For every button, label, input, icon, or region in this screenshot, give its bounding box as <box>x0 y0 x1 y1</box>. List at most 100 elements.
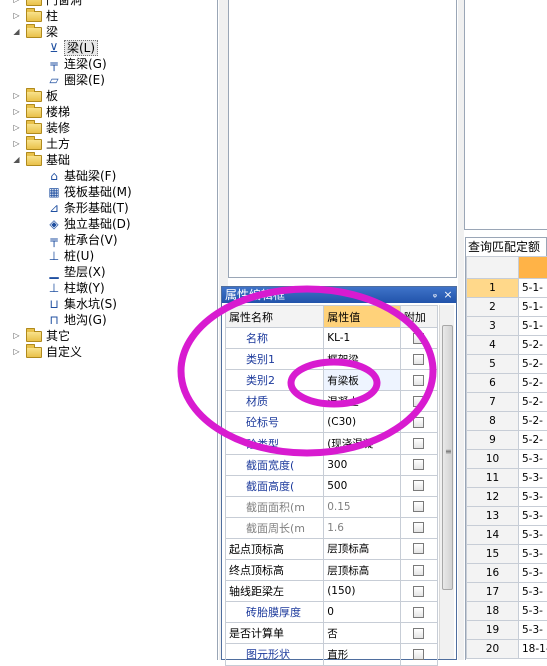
table-row[interactable]: 2018-1- <box>467 640 547 659</box>
table-row[interactable]: 155-3- <box>467 545 547 564</box>
scrollbar-thumb[interactable]: ≡ <box>442 325 453 590</box>
property-value[interactable]: 0 <box>324 602 401 623</box>
expand-icon[interactable]: ▷ <box>12 0 21 8</box>
property-value[interactable]: (150) <box>324 581 401 602</box>
property-row[interactable]: 截面宽度(300 <box>226 454 438 475</box>
extra-checkbox[interactable] <box>413 396 424 407</box>
table-row[interactable]: 35-1- <box>467 317 547 336</box>
property-scrollbar[interactable]: ≡ <box>439 305 454 659</box>
tree-item[interactable]: ◢基础 <box>0 152 218 168</box>
expand-icon[interactable]: ▷ <box>12 328 21 344</box>
table-row[interactable]: 45-2- <box>467 336 547 355</box>
property-row[interactable]: 截面周长(m1.6 <box>226 517 438 538</box>
property-row[interactable]: 砼类型(现浇混凝 <box>226 433 438 454</box>
extra-checkbox[interactable] <box>413 607 424 618</box>
extra-checkbox[interactable] <box>413 522 424 533</box>
extra-checkbox[interactable] <box>413 565 424 576</box>
property-value[interactable]: 否 <box>324 623 401 644</box>
component-tree[interactable]: ▷门窗洞▷柱◢梁⊻梁(L)╤连梁(G)▱圈梁(E)▷板▷楼梯▷装修▷土方◢基础⌂… <box>0 0 218 660</box>
tree-item[interactable]: ▁垫层(X) <box>0 264 218 280</box>
extra-checkbox[interactable] <box>413 438 424 449</box>
property-value[interactable]: (C30) <box>324 412 401 433</box>
property-row[interactable]: 图元形状直形 <box>226 644 438 665</box>
extra-checkbox[interactable] <box>413 354 424 365</box>
expand-icon[interactable]: ▷ <box>12 8 21 24</box>
tree-item[interactable]: ╤连梁(G) <box>0 56 218 72</box>
table-row[interactable]: 25-1- <box>467 298 547 317</box>
table-row[interactable]: 55-2- <box>467 355 547 374</box>
table-row[interactable]: 115-3- <box>467 469 547 488</box>
property-row[interactable]: 类别2有梁板 <box>226 370 438 391</box>
property-row[interactable]: 砼标号(C30) <box>226 412 438 433</box>
table-row[interactable]: 145-3- <box>467 526 547 545</box>
expand-icon[interactable]: ▷ <box>12 104 21 120</box>
table-row[interactable]: 65-2- <box>467 374 547 393</box>
tree-item[interactable]: ▦筏板基础(M) <box>0 184 218 200</box>
table-row[interactable]: 195-3- <box>467 621 547 640</box>
extra-checkbox[interactable] <box>413 459 424 470</box>
expand-icon[interactable]: ▷ <box>12 136 21 152</box>
tree-item[interactable]: ⌂基础梁(F) <box>0 168 218 184</box>
tree-item[interactable]: ⊥桩(U) <box>0 248 218 264</box>
property-value[interactable]: 直形 <box>324 644 401 665</box>
table-row[interactable]: 105-3- <box>467 450 547 469</box>
property-value[interactable]: 0.15 <box>324 496 401 517</box>
property-row[interactable]: 终点顶标高层顶标高 <box>226 560 438 581</box>
property-value[interactable]: 有梁板 <box>324 370 401 391</box>
table-row[interactable]: 175-3- <box>467 583 547 602</box>
property-row[interactable]: 砖胎膜厚度0 <box>226 602 438 623</box>
extra-checkbox[interactable] <box>413 375 424 386</box>
tree-item[interactable]: ▷自定义 <box>0 344 218 360</box>
tree-item[interactable]: ▷板 <box>0 88 218 104</box>
expand-icon[interactable]: ▷ <box>12 344 21 360</box>
collapse-icon[interactable]: ◢ <box>12 24 21 40</box>
table-row[interactable]: 165-3- <box>467 564 547 583</box>
property-value[interactable]: 层顶标高 <box>324 538 401 559</box>
table-row[interactable]: 75-2- <box>467 393 547 412</box>
property-row[interactable]: 类别1框架梁 <box>226 349 438 370</box>
table-row[interactable]: 15-1- <box>467 279 547 298</box>
extra-checkbox[interactable] <box>413 333 424 344</box>
property-value[interactable]: (现浇混凝 <box>324 433 401 454</box>
drawing-area[interactable] <box>464 0 547 230</box>
tree-item[interactable]: ▷门窗洞 <box>0 0 218 8</box>
tree-item[interactable]: ◈独立基础(D) <box>0 216 218 232</box>
expand-icon[interactable]: ▷ <box>12 88 21 104</box>
collapse-icon[interactable]: ◢ <box>12 152 21 168</box>
pin-icon[interactable]: ᵩ <box>430 287 440 303</box>
extra-checkbox[interactable] <box>413 628 424 639</box>
table-row[interactable]: 95-2- <box>467 431 547 450</box>
extra-checkbox[interactable] <box>413 649 424 660</box>
property-row[interactable]: 名称KL-1 <box>226 328 438 349</box>
property-value[interactable]: 300 <box>324 454 401 475</box>
extra-checkbox[interactable] <box>413 501 424 512</box>
tree-item[interactable]: ▷柱 <box>0 8 218 24</box>
tree-item[interactable]: ⊔集水坑(S) <box>0 296 218 312</box>
property-value[interactable]: 混凝土 <box>324 391 401 412</box>
property-panel-titlebar[interactable]: 属性编辑框 ᵩ × <box>222 287 456 303</box>
property-row[interactable]: 截面高度(500 <box>226 475 438 496</box>
tree-item[interactable]: ⊻梁(L) <box>0 40 218 56</box>
tree-item[interactable]: ▷楼梯 <box>0 104 218 120</box>
table-row[interactable]: 135-3- <box>467 507 547 526</box>
table-row[interactable]: 125-3- <box>467 488 547 507</box>
tree-item[interactable]: ⊿条形基础(T) <box>0 200 218 216</box>
tab-query-quota[interactable]: 查询匹配定额 <box>465 237 547 256</box>
property-row[interactable]: 材质混凝土 <box>226 391 438 412</box>
property-value[interactable]: 500 <box>324 475 401 496</box>
tree-item[interactable]: ⊥柱墩(Y) <box>0 280 218 296</box>
extra-checkbox[interactable] <box>413 586 424 597</box>
tree-item[interactable]: ◢梁 <box>0 24 218 40</box>
property-row[interactable]: 轴线距梁左(150) <box>226 581 438 602</box>
close-icon[interactable]: × <box>443 287 453 303</box>
extra-checkbox[interactable] <box>413 543 424 554</box>
tree-item[interactable]: ▷其它 <box>0 328 218 344</box>
expand-icon[interactable]: ▷ <box>12 120 21 136</box>
tree-item[interactable]: ▱圈梁(E) <box>0 72 218 88</box>
tree-item[interactable]: ╤桩承台(V) <box>0 232 218 248</box>
property-row[interactable]: 截面面积(m0.15 <box>226 496 438 517</box>
table-row[interactable]: 185-3- <box>467 602 547 621</box>
tree-item[interactable]: ▷土方 <box>0 136 218 152</box>
tree-item[interactable]: ▷装修 <box>0 120 218 136</box>
extra-checkbox[interactable] <box>413 480 424 491</box>
